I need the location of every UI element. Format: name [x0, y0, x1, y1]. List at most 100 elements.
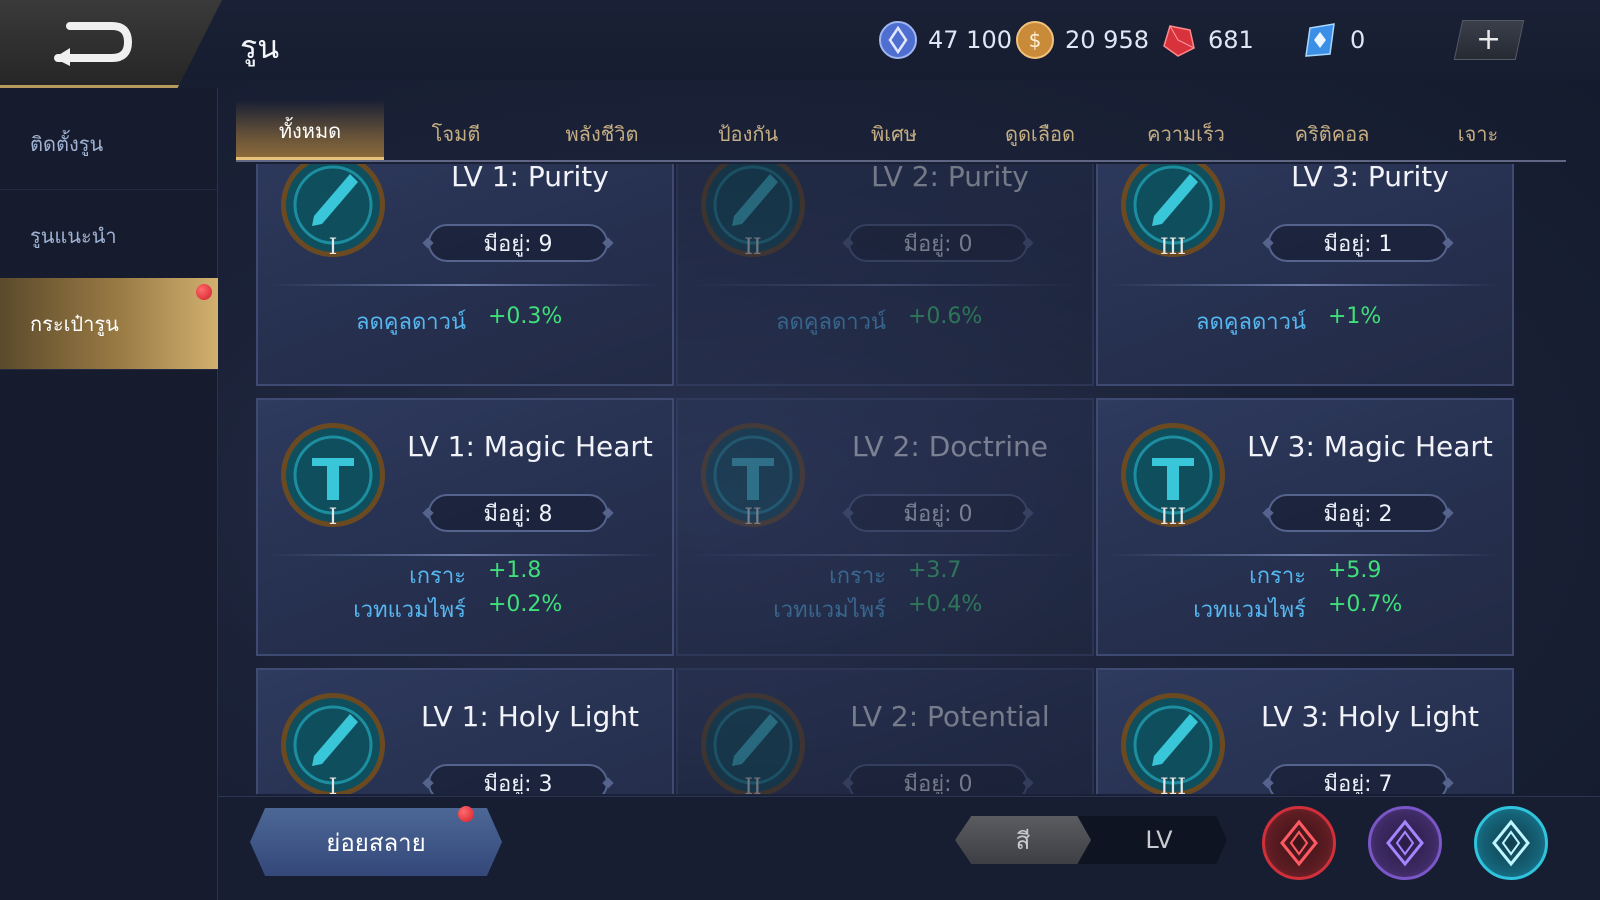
rune-name: LV 2: Doctrine — [851, 430, 1049, 463]
rune-level-numeral: I — [329, 505, 338, 530]
rune-name: LV 3: Magic Heart — [1247, 430, 1493, 463]
stat-value: +1.8 — [488, 558, 542, 583]
owned-count: มีอยู่: 2 — [1268, 494, 1448, 532]
sword-rune-icon: I — [281, 164, 385, 260]
owned-count: มีอยู่: 3 — [428, 764, 608, 794]
rune-name: LV 3: Holy Light — [1260, 700, 1480, 733]
sidebar-item-recommended-rune[interactable]: รูนแนะนำ — [0, 190, 218, 282]
rune-name: LV 3: Purity — [1291, 164, 1449, 193]
owned-count: มีอยู่: 7 — [1268, 764, 1448, 794]
tab-attack[interactable]: โจมตี — [382, 100, 530, 160]
owned-count: มีอยู่: 0 — [848, 764, 1028, 794]
sidebar: ติดตั้งรูน รูนแนะนำ กระเป๋ารูน — [0, 88, 218, 900]
rune-name: LV 2: Purity — [871, 164, 1029, 193]
stat-value: +0.6% — [908, 304, 983, 329]
owned-count: มีอยู่: 1 — [1268, 224, 1448, 262]
rune-card[interactable]: III LV 3: Magic Heart มีอยู่: 2 เกราะ +5… — [1096, 398, 1514, 656]
rune-level-numeral: I — [329, 235, 338, 260]
rune-level-numeral: II — [744, 505, 761, 530]
rune-card[interactable]: I LV 1: Holy Light มีอยู่: 3 — [256, 668, 674, 794]
stat-label: เวทแวมไพร์ — [773, 598, 886, 623]
rune-name: LV 1: Purity — [451, 164, 609, 193]
rune-card[interactable]: I LV 1: Purity มีอยู่: 9 ลดคูลดาวน์ +0.3… — [256, 164, 674, 386]
currency-ruby: 681 — [1158, 20, 1254, 60]
stat-label: เกราะ — [409, 564, 466, 589]
tab-hp[interactable]: พลังชีวิต — [528, 100, 676, 160]
red-rune-icon — [1280, 819, 1318, 867]
stat-label: ลดคูลดาวน์ — [776, 310, 886, 335]
stat-value: +5.9 — [1328, 558, 1382, 583]
ruby-value: 681 — [1208, 26, 1254, 54]
rune-level-numeral: II — [744, 775, 761, 794]
stat-label: เกราะ — [1249, 564, 1306, 589]
rune-card[interactable]: III LV 3: Purity มีอยู่: 1 ลดคูลดาวน์ +1… — [1096, 164, 1514, 386]
sword-rune-icon: I — [281, 693, 385, 794]
stat-row: เวทแวมไพร์ +0.4% — [678, 592, 1096, 623]
red-rune-filter[interactable] — [1262, 806, 1336, 880]
rune-level-numeral: II — [744, 235, 761, 260]
rune-name: LV 2: Potential — [850, 700, 1050, 733]
disassemble-label: ย่อยสลาย — [326, 828, 426, 857]
owned-count: มีอยู่: 9 — [428, 224, 608, 262]
sort-by-color[interactable]: สี — [955, 816, 1091, 864]
tab-special[interactable]: พิเศษ — [820, 100, 968, 160]
rune-level-numeral: III — [1160, 235, 1186, 260]
cross-sword-rune-icon: II — [701, 423, 805, 530]
stat-value: +0.4% — [908, 592, 983, 617]
stat-label: เวทแวมไพร์ — [353, 598, 466, 623]
diamond-value: 0 — [1350, 26, 1366, 54]
divider — [270, 284, 660, 286]
purple-rune-filter[interactable] — [1368, 806, 1442, 880]
rune-level-numeral: III — [1160, 775, 1186, 794]
tab-penetration[interactable]: เจาะ — [1404, 100, 1552, 160]
rune-name: LV 1: Holy Light — [420, 700, 640, 733]
divider — [1110, 554, 1500, 556]
rune-grid: I LV 1: Purity มีอยู่: 9 ลดคูลดาวน์ +0.3… — [256, 164, 1566, 794]
blue-coin-icon — [879, 21, 917, 59]
stat-label: ลดคูลดาวน์ — [1196, 310, 1306, 335]
rune-card[interactable]: I LV 1: Magic Heart มีอยู่: 8 เกราะ +1.8… — [256, 398, 674, 656]
blue-rune-filter[interactable] — [1474, 806, 1548, 880]
add-currency-button[interactable]: + — [1453, 20, 1525, 60]
category-tabs: ทั้งหมด โจมตี พลังชีวิต ป้องกัน พิเศษ ดู… — [236, 100, 1566, 162]
sort-toggle: สี LV — [955, 816, 1227, 864]
stat-label: เวทแวมไพร์ — [1193, 598, 1306, 623]
stat-value: +1% — [1328, 304, 1382, 329]
tab-defense[interactable]: ป้องกัน — [674, 100, 822, 160]
notification-dot — [196, 284, 212, 300]
rune-card[interactable]: II LV 2: Purity มีอยู่: 0 ลดคูลดาวน์ +0.… — [676, 164, 1094, 386]
tab-all[interactable]: ทั้งหมด — [236, 100, 384, 160]
tab-lifesteal[interactable]: ดูดเลือด — [966, 100, 1114, 160]
sword-rune-icon: II — [701, 693, 805, 794]
owned-count: มีอยู่: 0 — [848, 494, 1028, 532]
rune-card[interactable]: III LV 3: Holy Light มีอยู่: 7 — [1096, 668, 1514, 794]
cross-sword-rune-icon: III — [1121, 423, 1225, 530]
stat-row: เกราะ +1.8 — [258, 558, 676, 589]
gold-coin-icon: $ — [1016, 21, 1054, 59]
rune-card[interactable]: II LV 2: Potential มีอยู่: 0 — [676, 668, 1094, 794]
rune-card[interactable]: II LV 2: Doctrine มีอยู่: 0 เกราะ +3.7 เ… — [676, 398, 1094, 656]
stat-row: เกราะ +5.9 — [1098, 558, 1516, 589]
plus-icon: + — [1476, 22, 1502, 57]
sword-rune-icon: II — [701, 164, 805, 260]
tab-speed[interactable]: ความเร็ว — [1112, 100, 1260, 160]
cross-sword-rune-icon: I — [281, 423, 385, 530]
sidebar-item-rune-bag[interactable]: กระเป๋ารูน — [0, 278, 218, 370]
divider — [270, 554, 660, 556]
stat-row: ลดคูลดาวน์ +0.3% — [258, 304, 676, 335]
sort-by-level[interactable]: LV — [1091, 816, 1227, 864]
gold-coin-value: 20 958 — [1065, 26, 1149, 54]
stat-row: ลดคูลดาวน์ +1% — [1098, 304, 1516, 335]
sidebar-item-equip-rune[interactable]: ติดตั้งรูน — [0, 98, 218, 190]
rune-level-numeral: III — [1160, 505, 1186, 530]
stat-row: เวทแวมไพร์ +0.7% — [1098, 592, 1516, 623]
stat-row: เกราะ +3.7 — [678, 558, 1096, 589]
stat-value: +0.3% — [488, 304, 563, 329]
tab-critical[interactable]: คริติคอล — [1258, 100, 1406, 160]
divider — [690, 284, 1080, 286]
sidebar-item-label: กระเป๋ารูน — [30, 311, 119, 336]
stat-value: +0.7% — [1328, 592, 1403, 617]
stat-label: เกราะ — [829, 564, 886, 589]
purple-rune-icon — [1386, 819, 1424, 867]
sidebar-item-label: รูนแนะนำ — [30, 223, 117, 248]
